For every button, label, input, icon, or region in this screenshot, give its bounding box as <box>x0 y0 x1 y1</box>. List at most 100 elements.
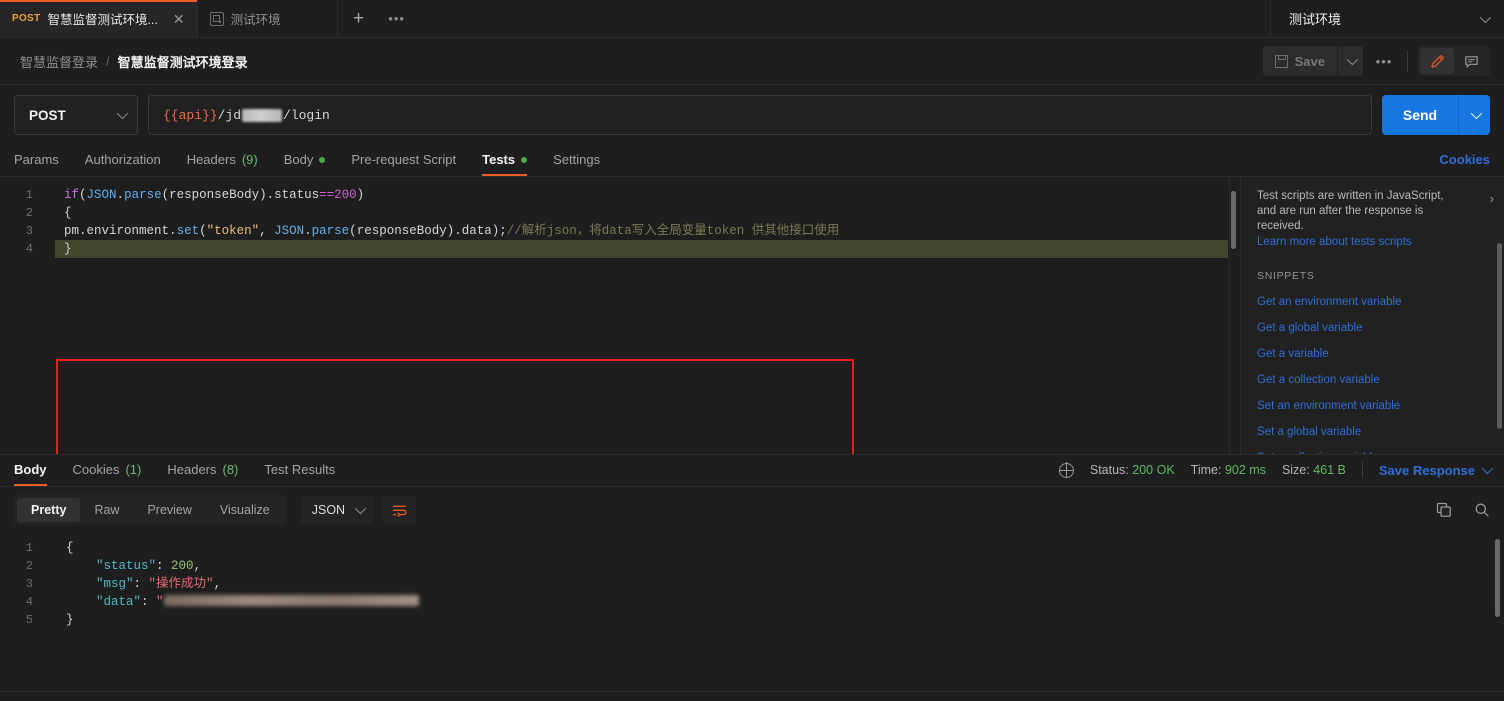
format-visualize[interactable]: Visualize <box>206 498 284 522</box>
snippet-item[interactable]: Get a global variable <box>1257 322 1488 334</box>
tab-pre-request-script[interactable]: Pre-request Script <box>338 152 469 176</box>
tests-indicator-dot <box>521 156 528 163</box>
tab-label: Params <box>14 152 59 167</box>
snippet-item[interactable]: Set a global variable <box>1257 426 1488 438</box>
tab-params[interactable]: Params <box>14 152 72 176</box>
code-token: , <box>259 224 275 238</box>
tab-headers[interactable]: Headers (9) <box>174 152 271 176</box>
chevron-down-icon <box>1346 53 1358 66</box>
response-language-select[interactable]: JSON <box>300 496 375 524</box>
save-disk-icon <box>1274 54 1288 68</box>
save-response-button[interactable]: Save Response <box>1379 463 1494 478</box>
tab-label: Tests <box>482 152 516 167</box>
response-meta: Status: 200 OK Time: 902 ms Size: 461 B … <box>1058 462 1494 486</box>
status-value: 200 OK <box>1132 463 1175 477</box>
json-token: , <box>193 559 202 573</box>
code-token: parse <box>124 188 162 202</box>
comments-button[interactable] <box>1454 48 1488 74</box>
response-tab-body[interactable]: Body <box>14 462 60 486</box>
copy-icon[interactable] <box>1436 502 1452 518</box>
http-method-select[interactable]: POST <box>14 95 138 135</box>
snippet-item[interactable]: Set a collection variable <box>1257 452 1488 454</box>
save-options-button[interactable] <box>1337 46 1363 76</box>
response-code-line: "msg": "操作成功", <box>66 575 1484 593</box>
snippet-item[interactable]: Set an environment variable <box>1257 400 1488 412</box>
response-code-line: "data": " <box>66 593 1484 611</box>
format-raw[interactable]: Raw <box>80 498 133 522</box>
redacted-url-segment <box>242 108 283 122</box>
line-number: 1 <box>25 541 33 555</box>
cookies-link[interactable]: Cookies <box>1439 152 1490 176</box>
word-wrap-button[interactable] <box>382 496 417 524</box>
response-body-viewer[interactable]: 1 2 3 4 5 { "status": 200, "msg": "操作成功", "d… <box>0 533 1504 692</box>
format-pretty[interactable]: Pretty <box>17 498 81 522</box>
response-tab-cookies[interactable]: Cookies (1) <box>60 462 155 486</box>
editor-scrollbar[interactable] <box>1229 177 1238 454</box>
request-more-button[interactable]: ••• <box>1363 54 1405 69</box>
header-actions: Save ••• <box>1262 46 1490 76</box>
tab-tests[interactable]: Tests <box>469 152 540 176</box>
tab-body[interactable]: Body <box>271 152 339 176</box>
word-wrap-icon <box>392 505 406 517</box>
environment-tab[interactable]: 测试环境 <box>198 0 338 37</box>
code-token: set <box>176 224 200 238</box>
response-scrollbar-thumb[interactable] <box>1495 539 1500 617</box>
code-token: . <box>304 224 312 238</box>
tab-settings[interactable]: Settings <box>540 152 613 176</box>
code-token: ) <box>356 188 365 202</box>
request-tab-active[interactable]: POST 智慧监督测试环境... ✕ <box>0 0 198 37</box>
line-number: 4 <box>25 595 33 609</box>
snippets-scrollbar-thumb[interactable] <box>1497 243 1502 429</box>
tab-more-button[interactable]: ••• <box>380 0 414 37</box>
editor-scrollbar-thumb[interactable] <box>1231 191 1236 249</box>
http-method-label: POST <box>29 107 66 123</box>
code-token: ( <box>79 188 87 202</box>
tab-label: Body <box>14 462 47 477</box>
close-icon[interactable]: ✕ <box>165 12 185 26</box>
code-token: pm <box>64 224 80 238</box>
line-number: 1 <box>25 188 33 202</box>
size-label: Size: <box>1281 463 1310 477</box>
snippet-item[interactable]: Get a collection variable <box>1257 374 1488 386</box>
code-token: ( <box>349 224 357 238</box>
save-button[interactable]: Save <box>1262 46 1337 76</box>
headers-count: (8) <box>222 462 239 477</box>
environment-selector-label: 测试环境 <box>1289 12 1342 27</box>
snippet-item[interactable]: Get an environment variable <box>1257 296 1488 308</box>
new-tab-button[interactable]: + <box>338 0 380 37</box>
learn-more-link[interactable]: Learn more about tests scripts <box>1257 236 1488 248</box>
snippet-item[interactable]: Get a variable <box>1257 348 1488 360</box>
environment-selector[interactable]: 测试环境 <box>1270 0 1504 37</box>
response-code-line: { <box>66 539 1484 557</box>
chevron-right-icon[interactable]: › <box>1490 191 1494 206</box>
tab-label: Settings <box>553 152 601 167</box>
code-token: . <box>79 224 87 238</box>
code-token: "token" <box>206 224 260 238</box>
url-input[interactable]: {{api}}/jd/login <box>148 95 1372 135</box>
code-editor[interactable]: 1234 if(JSON.parse(responseBody).status=… <box>0 177 1240 454</box>
edit-mode-button[interactable] <box>1420 48 1454 74</box>
send-options-button[interactable] <box>1458 95 1490 135</box>
response-tab-headers[interactable]: Headers (8) <box>154 462 251 486</box>
response-tab-test-results[interactable]: Test Results <box>251 462 348 486</box>
tab-authorization[interactable]: Authorization <box>72 152 174 176</box>
code-token: JSON <box>86 188 117 202</box>
response-toolbar: Pretty Raw Preview Visualize JSON <box>0 487 1504 533</box>
code-token: status <box>274 188 320 202</box>
code-token: ). <box>446 224 462 238</box>
snippets-panel: › Test scripts are written in JavaScript… <box>1240 177 1504 454</box>
json-token: } <box>66 613 74 627</box>
chevron-down-icon <box>116 107 129 120</box>
save-button-label: Save <box>1294 53 1325 69</box>
divider <box>0 691 1504 692</box>
code-token: JSON <box>274 224 305 238</box>
json-token: : <box>133 577 149 591</box>
send-button[interactable]: Send <box>1382 95 1458 135</box>
search-icon[interactable] <box>1474 502 1490 518</box>
breadcrumb-parent[interactable]: 智慧监督登录 <box>20 52 98 71</box>
body-indicator-dot <box>319 156 326 163</box>
format-preview[interactable]: Preview <box>133 498 205 522</box>
editor-code[interactable]: if(JSON.parse(responseBody).status==200)… <box>54 177 1228 454</box>
